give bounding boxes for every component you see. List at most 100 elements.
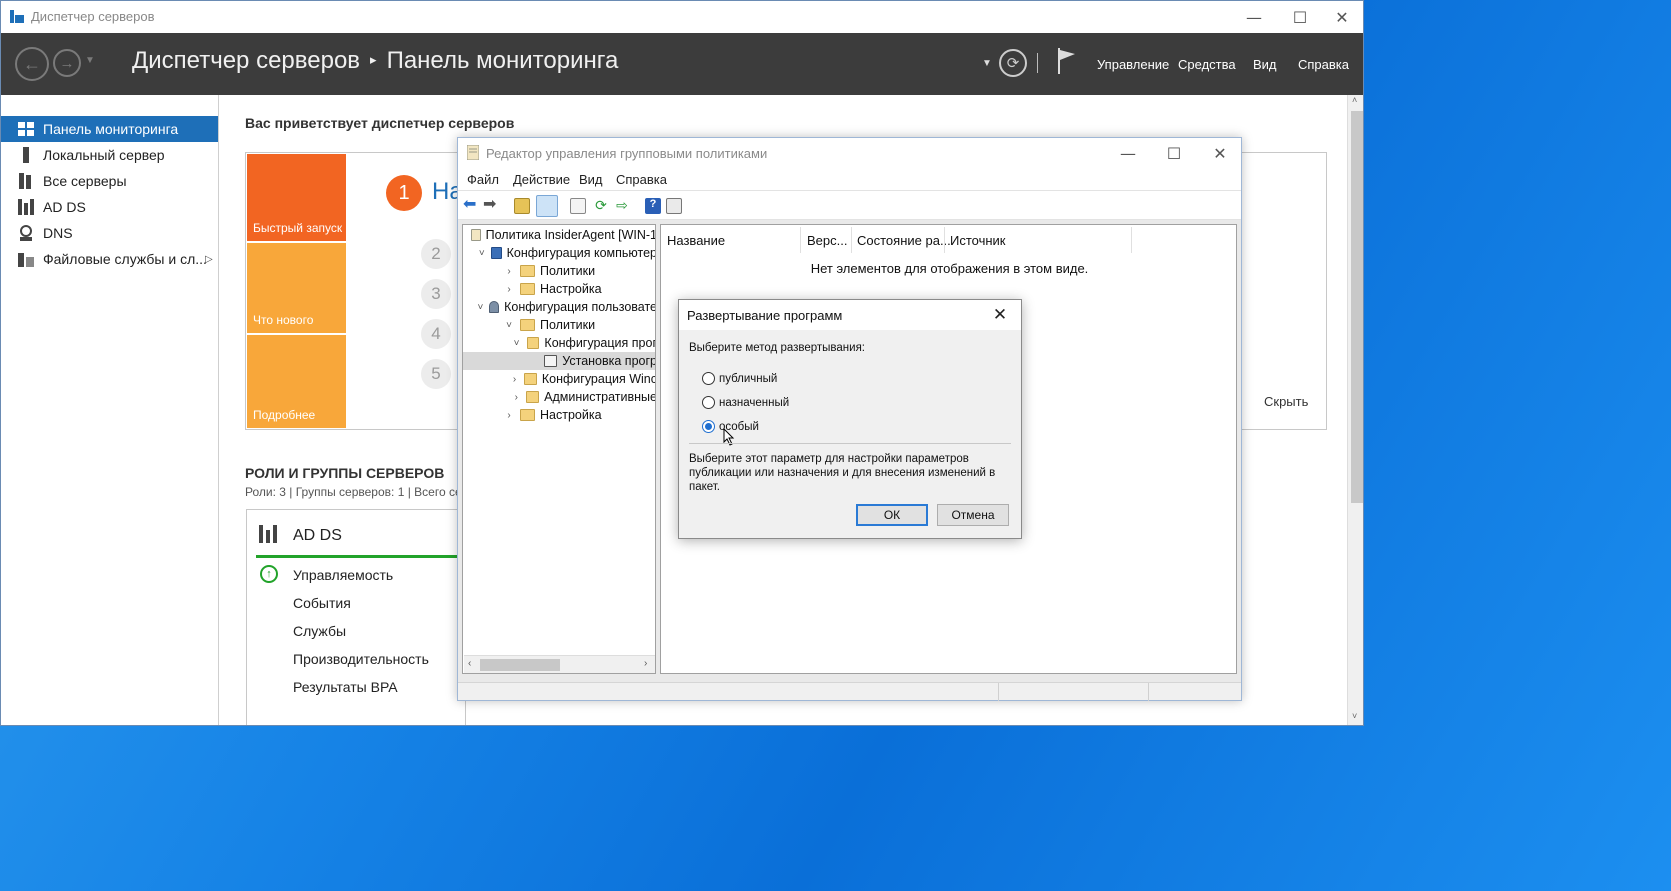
description-line: публикации или назначения и для внесения… bbox=[689, 467, 996, 479]
adds-item-bpa[interactable]: Результаты BPA bbox=[293, 679, 398, 695]
menu-view[interactable]: Вид bbox=[1253, 57, 1277, 72]
gpo-minimize-button[interactable]: — bbox=[1105, 138, 1151, 168]
scroll-left-icon[interactable]: ‹ bbox=[468, 658, 471, 669]
server-manager-app-icon bbox=[10, 10, 24, 23]
adds-item-events[interactable]: События bbox=[293, 595, 351, 611]
expand-arrow-icon[interactable]: ▷ bbox=[205, 254, 213, 265]
divider bbox=[1037, 53, 1038, 73]
tree-expander-icon[interactable]: ˅ bbox=[512, 338, 522, 349]
column-divider[interactable] bbox=[800, 227, 801, 253]
tree-item[interactable]: ˅ Конфигурация компьютер bbox=[463, 244, 655, 262]
scroll-right-icon[interactable]: › bbox=[644, 658, 647, 669]
back-button[interactable]: ← bbox=[15, 47, 49, 81]
tree-expander-icon[interactable]: › bbox=[511, 392, 521, 403]
notifications-flag-icon[interactable] bbox=[1057, 48, 1077, 74]
tree-expander-icon[interactable]: › bbox=[503, 266, 515, 277]
radio-assigned-circle[interactable] bbox=[702, 396, 715, 409]
sidebar-item-dashboard[interactable]: Панель мониторинга bbox=[1, 116, 218, 142]
console-icon[interactable] bbox=[666, 198, 682, 214]
tile-quick-start[interactable]: Быстрый запуск bbox=[247, 154, 346, 241]
back-arrow-icon[interactable]: ⬅ bbox=[463, 197, 479, 214]
tree-expander-icon[interactable]: ˅ bbox=[478, 248, 486, 259]
forward-arrow-icon[interactable]: ➡ bbox=[483, 197, 499, 214]
sidebar-item-all-servers[interactable]: Все серверы bbox=[1, 168, 218, 194]
history-dropdown-icon[interactable]: ▼ bbox=[85, 55, 95, 66]
column-header-source[interactable]: Источник bbox=[950, 233, 1006, 248]
radio-published[interactable]: публичный bbox=[702, 372, 777, 385]
scrollbar-thumb[interactable] bbox=[1351, 111, 1363, 503]
tree-item[interactable]: › Политики bbox=[463, 262, 655, 280]
dashboard-icon bbox=[17, 120, 35, 138]
close-button[interactable]: ✕ bbox=[1319, 1, 1363, 33]
gpo-menu-view[interactable]: Вид bbox=[579, 172, 603, 187]
maximize-button[interactable]: ☐ bbox=[1277, 1, 1323, 33]
breadcrumb-root[interactable]: Диспетчер серверов bbox=[132, 47, 360, 74]
sidebar-item-dns[interactable]: DNS bbox=[1, 220, 218, 246]
column-divider[interactable] bbox=[944, 227, 945, 253]
tree-horizontal-scrollbar[interactable]: ‹ › bbox=[464, 655, 655, 673]
gpo-close-button[interactable]: ✕ bbox=[1197, 138, 1243, 168]
menu-manage[interactable]: Управление bbox=[1097, 57, 1169, 72]
adds-item-manageability[interactable]: Управляемость bbox=[293, 567, 393, 583]
tree-item[interactable]: › Настройка bbox=[463, 406, 655, 424]
adds-item-performance[interactable]: Производительность bbox=[293, 651, 429, 667]
tile-learn-more[interactable]: Подробнее bbox=[247, 335, 346, 428]
sidebar-item-ad-ds[interactable]: AD DS bbox=[1, 194, 218, 220]
tree-expander-icon[interactable]: › bbox=[510, 374, 520, 385]
tree-item[interactable]: › Конфигурация Winc bbox=[463, 370, 655, 388]
tree-item[interactable]: ˅ Конфигурация пользовате bbox=[463, 298, 655, 316]
refresh-icon[interactable]: ⟳ bbox=[593, 198, 609, 214]
tree-item[interactable]: › Административные bbox=[463, 388, 655, 406]
folder-icon bbox=[520, 409, 535, 421]
column-header-version[interactable]: Верс... bbox=[807, 233, 847, 248]
column-divider[interactable] bbox=[1131, 227, 1132, 253]
show-hide-tree-icon[interactable] bbox=[536, 195, 558, 217]
tree-expander-icon[interactable]: ˅ bbox=[503, 320, 515, 331]
export-icon[interactable]: ⇨ bbox=[614, 198, 630, 214]
gpo-menu-action[interactable]: Действие bbox=[513, 172, 570, 187]
column-header-deployment-state[interactable]: Состояние ра... bbox=[857, 233, 951, 248]
tile-whats-new[interactable]: Что нового bbox=[247, 243, 346, 333]
deploy-method-prompt: Выберите метод развертывания: bbox=[689, 342, 866, 354]
sidebar-item-local-server[interactable]: Локальный сервер bbox=[1, 142, 218, 168]
gpo-maximize-button[interactable]: ☐ bbox=[1151, 138, 1197, 168]
vertical-scrollbar[interactable]: ˄ ˅ bbox=[1347, 95, 1363, 725]
tree-item[interactable]: ˅ Конфигурация прог bbox=[463, 334, 655, 352]
tree-item[interactable]: › Настройка bbox=[463, 280, 655, 298]
hide-link[interactable]: Скрыть bbox=[1264, 394, 1308, 409]
scroll-up-icon[interactable]: ˄ bbox=[1352, 95, 1357, 105]
sidebar-item-file-services[interactable]: Файловые службы и сл... ▷ bbox=[1, 246, 218, 272]
dialog-close-icon[interactable]: ✕ bbox=[985, 302, 1015, 328]
cancel-button[interactable]: Отмена bbox=[937, 504, 1009, 526]
status-bar bbox=[458, 682, 1241, 701]
tree-expander-icon[interactable]: › bbox=[503, 410, 515, 421]
scroll-down-icon[interactable]: ˅ bbox=[1352, 711, 1357, 721]
tree-item[interactable]: ˅ Политики bbox=[463, 316, 655, 334]
step-4-circle: 4 bbox=[421, 319, 451, 349]
adds-item-services[interactable]: Службы bbox=[293, 623, 346, 639]
radio-published-circle[interactable] bbox=[702, 372, 715, 385]
help-icon[interactable]: ? bbox=[645, 198, 661, 214]
refresh-icon[interactable]: ⟳ bbox=[999, 49, 1027, 77]
forward-button[interactable]: → bbox=[53, 49, 81, 77]
tree-item[interactable]: Политика InsiderAgent [WIN-1 bbox=[463, 226, 655, 244]
minimize-button[interactable]: — bbox=[1231, 1, 1277, 33]
tree-item[interactable]: Установка прогр bbox=[463, 352, 655, 370]
ad-ds-card-title: AD DS bbox=[293, 527, 342, 544]
tree-expander-icon[interactable]: ˅ bbox=[477, 302, 484, 313]
radio-advanced-circle[interactable] bbox=[702, 420, 715, 433]
gpo-menu-help[interactable]: Справка bbox=[616, 172, 667, 187]
ok-button[interactable]: ОК bbox=[856, 504, 928, 526]
radio-assigned[interactable]: назначенный bbox=[702, 396, 789, 409]
column-divider[interactable] bbox=[851, 227, 852, 253]
gpo-menu-file[interactable]: Файл bbox=[467, 172, 499, 187]
menu-tools[interactable]: Средства bbox=[1178, 57, 1236, 72]
dropdown-icon[interactable]: ▼ bbox=[982, 58, 992, 69]
column-header-name[interactable]: Название bbox=[667, 233, 725, 248]
menu-help[interactable]: Справка bbox=[1298, 57, 1349, 72]
folder-icon bbox=[520, 265, 535, 277]
scroll-thumb[interactable] bbox=[480, 659, 560, 671]
tree-expander-icon[interactable]: › bbox=[503, 284, 515, 295]
properties-icon[interactable] bbox=[570, 198, 586, 214]
up-folder-icon[interactable] bbox=[514, 198, 530, 214]
